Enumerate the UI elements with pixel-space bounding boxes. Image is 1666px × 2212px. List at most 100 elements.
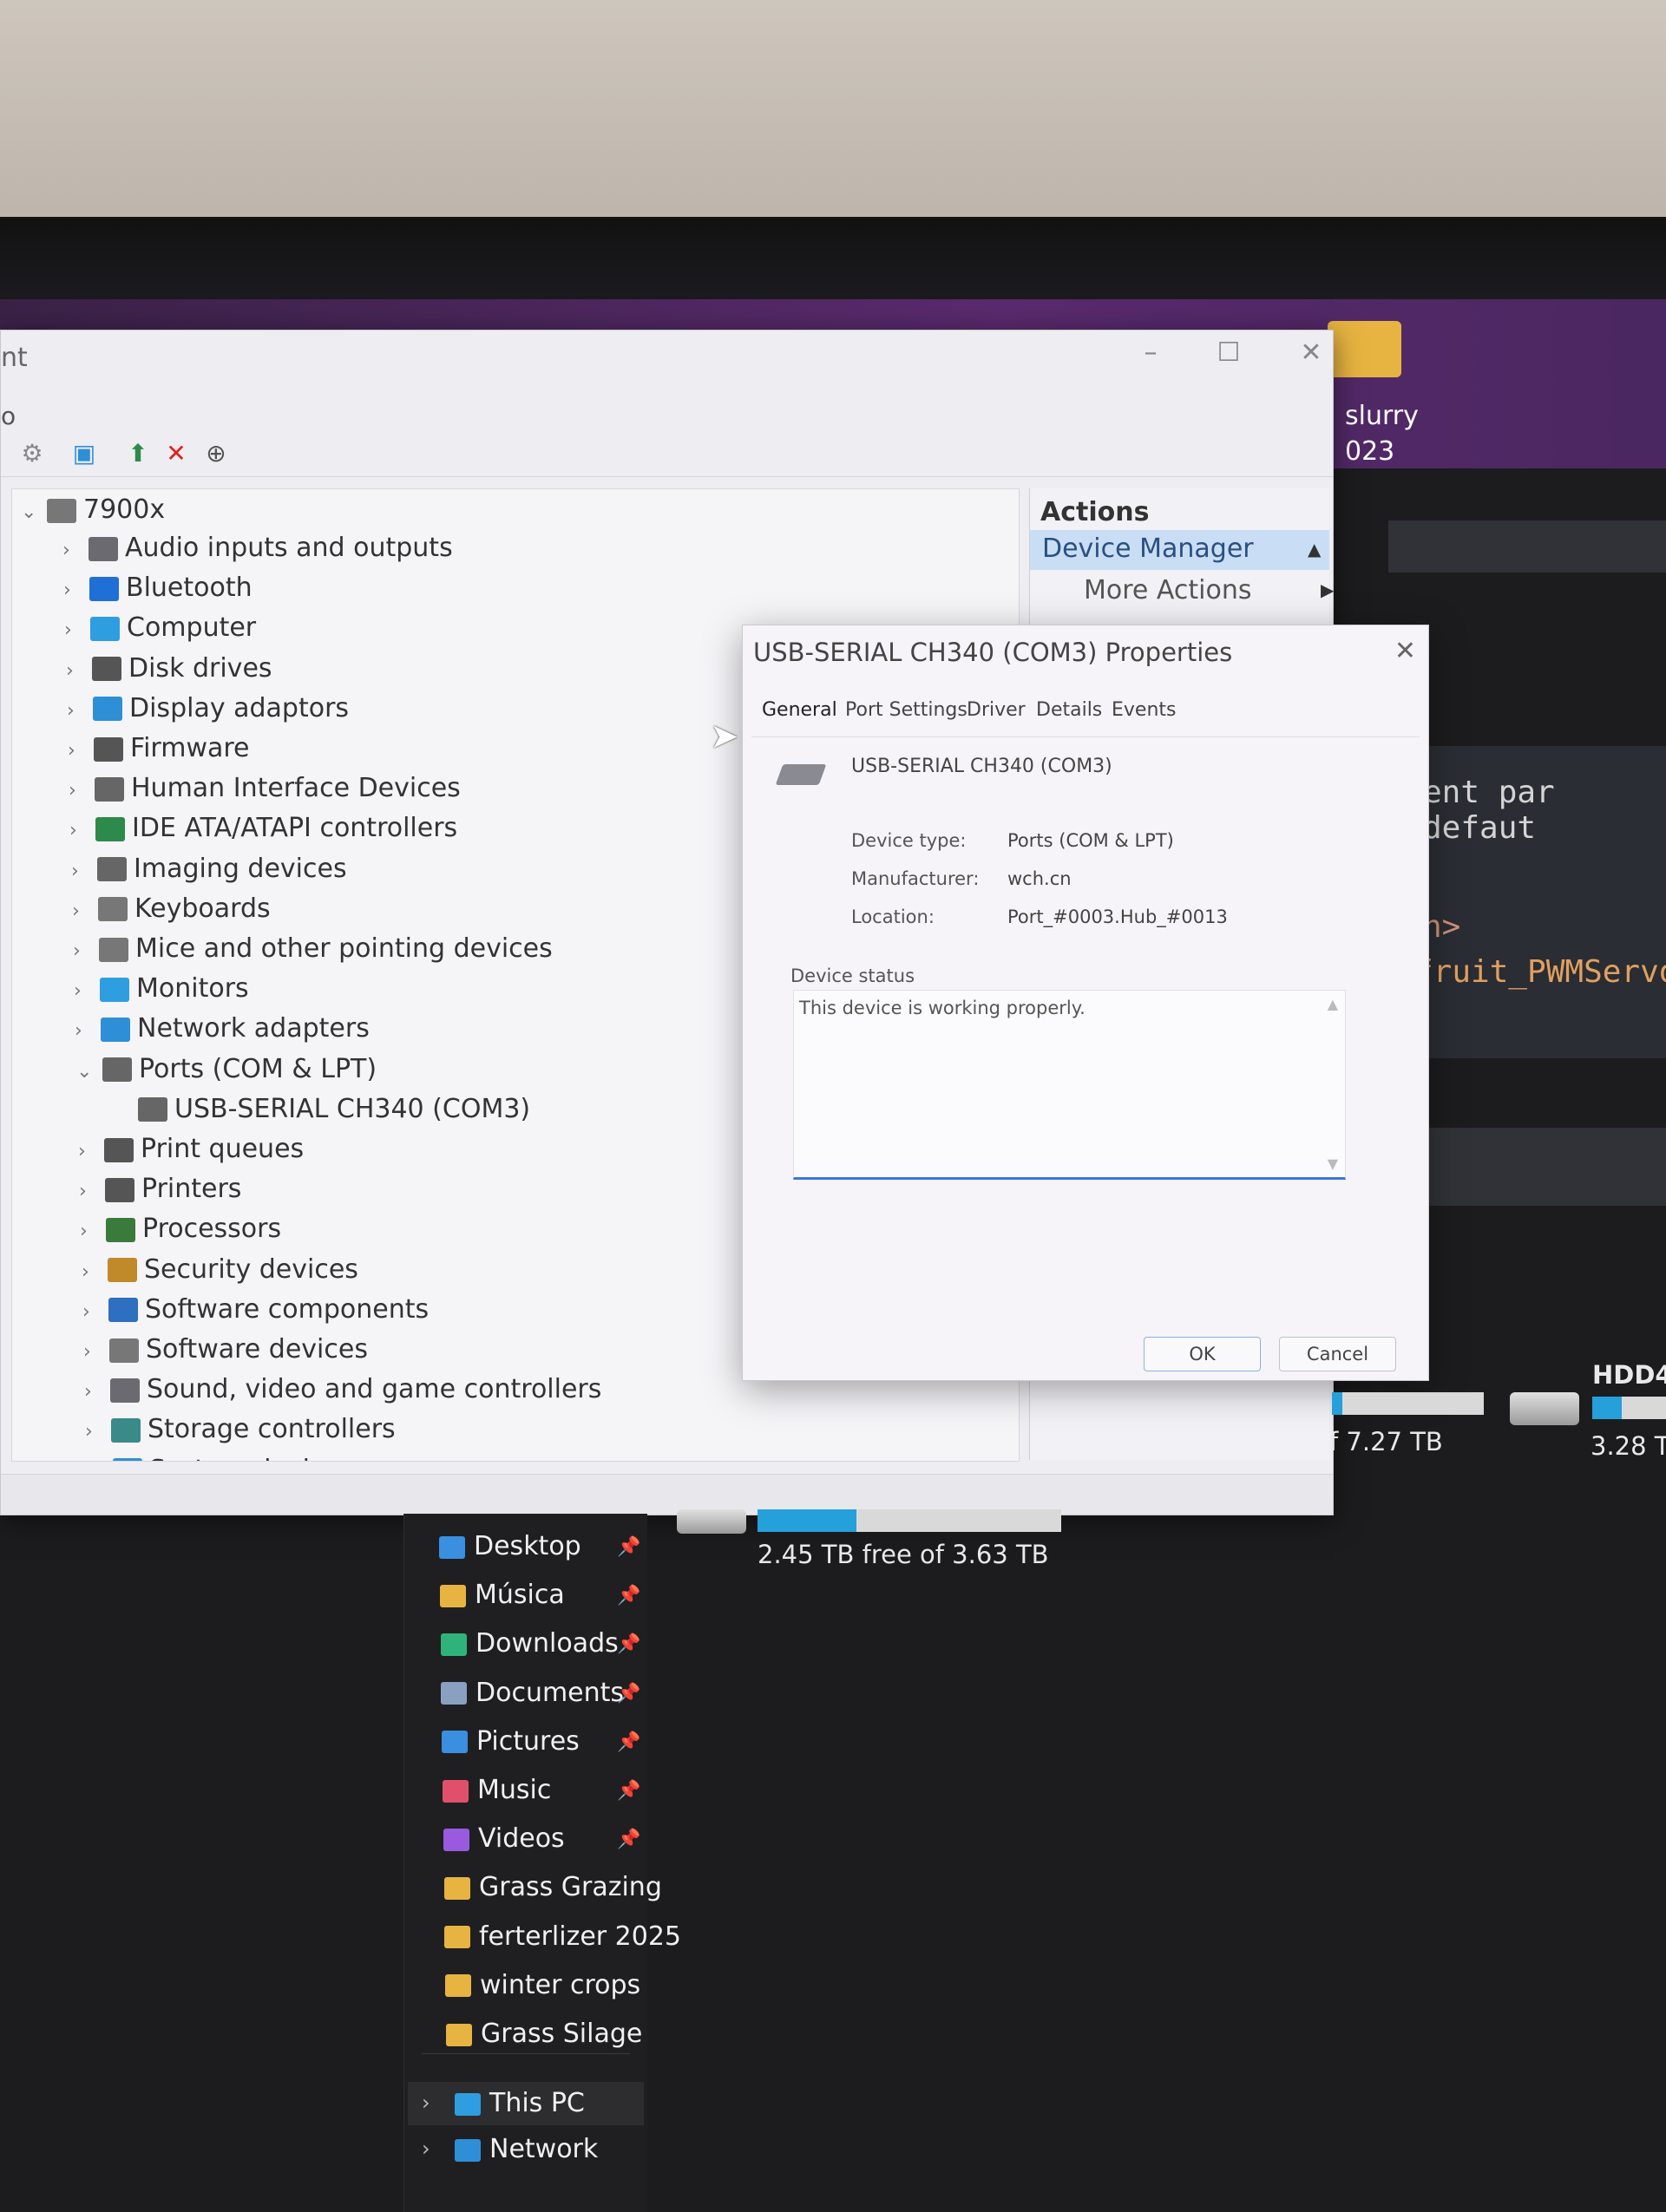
chevron-right-icon[interactable]: ›: [63, 579, 89, 601]
nav-item[interactable]: Grass Grazing: [444, 1872, 662, 1902]
pin-icon[interactable]: 📌: [617, 1585, 640, 1607]
chevron-right-icon[interactable]: ›: [83, 1341, 109, 1363]
tree-category[interactable]: › Print queues: [78, 1134, 304, 1164]
tree-category[interactable]: › Keyboards: [72, 893, 271, 924]
tree-device-item[interactable]: USB-SERIAL CH340 (COM3): [138, 1094, 530, 1124]
tree-category[interactable]: › Storage controllers: [85, 1414, 396, 1444]
chevron-right-icon[interactable]: ›: [69, 780, 95, 802]
pin-icon[interactable]: 📌: [617, 1829, 640, 1850]
chevron-right-icon[interactable]: ›: [74, 980, 100, 1002]
tree-category[interactable]: › IDE ATA/ATAPI controllers: [69, 813, 457, 843]
scroll-up-icon[interactable]: ▲: [1328, 996, 1338, 1012]
more-actions[interactable]: More Actions: [1084, 575, 1252, 605]
tree-category[interactable]: › Network adapters: [75, 1013, 370, 1044]
tree-category[interactable]: › Audio inputs and outputs: [62, 533, 453, 563]
chevron-right-icon[interactable]: ›: [68, 740, 94, 762]
desktop-folder-label-2[interactable]: 023: [1345, 436, 1394, 467]
chevron-right-icon[interactable]: ›: [72, 900, 98, 922]
tab-driver[interactable]: Driver: [967, 699, 1026, 721]
minimize-icon[interactable]: –: [1125, 337, 1177, 368]
update-driver-icon[interactable]: ⬆: [124, 440, 152, 468]
tree-category[interactable]: › Display adaptors: [67, 693, 349, 723]
tree-category[interactable]: › Mice and other pointing devices: [73, 933, 553, 964]
pin-icon[interactable]: 📌: [617, 1683, 640, 1705]
tab-details[interactable]: Details: [1036, 699, 1102, 721]
ok-button[interactable]: OK: [1144, 1337, 1261, 1371]
chevron-right-icon[interactable]: ›: [422, 2091, 430, 2115]
tree-category[interactable]: › Imaging devices: [71, 854, 347, 884]
drive-label[interactable]: HDD4: [1592, 1360, 1666, 1390]
pin-icon[interactable]: 📌: [617, 1780, 640, 1802]
cancel-button[interactable]: Cancel: [1279, 1337, 1396, 1371]
collapse-up-icon[interactable]: ▲: [1308, 539, 1321, 560]
chevron-right-icon[interactable]: ›: [82, 1261, 108, 1283]
chevron-right-icon[interactable]: ›: [85, 1421, 111, 1443]
menu-bar[interactable]: o: [1, 402, 16, 430]
nav-network[interactable]: Network: [455, 2134, 598, 2164]
hdd-icon[interactable]: [1510, 1392, 1579, 1425]
chevron-right-icon[interactable]: ›: [75, 1020, 101, 1042]
tree-category[interactable]: › Sound, video and game controllers: [84, 1374, 601, 1404]
tree-category[interactable]: › Monitors: [74, 973, 249, 1004]
nav-item[interactable]: Music: [443, 1775, 551, 1805]
chevron-right-icon[interactable]: ›: [66, 660, 92, 682]
chevron-right-icon[interactable]: ›: [69, 820, 95, 841]
tree-category[interactable]: › Firmware: [68, 733, 250, 763]
nav-item[interactable]: ferterlizer 2025: [444, 1921, 681, 1952]
tree-category[interactable]: ›System devices: [87, 1455, 354, 1461]
chevron-right-icon[interactable]: ›: [64, 619, 90, 641]
maximize-icon[interactable]: ☐: [1203, 337, 1255, 368]
nav-item[interactable]: Downloads: [441, 1628, 619, 1659]
chevron-right-icon[interactable]: ›: [80, 1221, 106, 1242]
nav-item[interactable]: winter crops: [445, 1970, 640, 2000]
chevron-right-icon[interactable]: ›: [82, 1301, 108, 1323]
chevron-down-icon[interactable]: ⌄: [21, 501, 47, 523]
uninstall-icon[interactable]: ✕: [162, 440, 190, 468]
tab-port-settings[interactable]: Port Settings: [845, 699, 967, 721]
chevron-right-icon[interactable]: ›: [78, 1141, 104, 1162]
tree-category[interactable]: › Human Interface Devices: [69, 773, 461, 803]
pin-icon[interactable]: 📌: [617, 1536, 640, 1558]
nav-item[interactable]: Documents: [441, 1678, 624, 1708]
nav-this-pc[interactable]: This PC: [455, 2088, 585, 2118]
chevron-down-icon[interactable]: ⌄: [76, 1061, 102, 1083]
tab-events[interactable]: Events: [1112, 699, 1177, 721]
tree-category[interactable]: › Disk drives: [66, 653, 272, 684]
chevron-right-icon[interactable]: ›: [79, 1181, 105, 1202]
scan-hardware-icon[interactable]: ▣: [70, 440, 98, 468]
tree-category[interactable]: › Software components: [82, 1294, 429, 1325]
nav-item[interactable]: Videos: [443, 1823, 565, 1854]
pin-icon[interactable]: 📌: [617, 1731, 640, 1753]
tree-category[interactable]: › Processors: [80, 1214, 281, 1244]
scroll-down-icon[interactable]: ▼: [1328, 1155, 1338, 1172]
disable-icon[interactable]: ⊕: [202, 440, 230, 468]
chevron-right-icon[interactable]: ›: [62, 540, 89, 561]
drive-icon[interactable]: [677, 1509, 746, 1534]
tree-category[interactable]: › Computer: [64, 612, 256, 643]
close-icon[interactable]: ✕: [1394, 636, 1416, 666]
chevron-right-icon[interactable]: ›: [67, 700, 93, 722]
properties-icon[interactable]: ⚙: [18, 440, 46, 468]
pin-icon[interactable]: 📌: [617, 1633, 640, 1655]
tree-category[interactable]: › Bluetooth: [63, 573, 253, 603]
nav-item[interactable]: Grass Silage: [446, 2019, 642, 2049]
tree-category[interactable]: › Security devices: [82, 1254, 358, 1285]
close-icon[interactable]: ✕: [1285, 337, 1337, 368]
desktop-folder-label[interactable]: slurry: [1345, 401, 1419, 431]
chevron-right-icon[interactable]: ›: [422, 2137, 430, 2161]
tree-category[interactable]: › Printers: [79, 1174, 241, 1204]
chevron-right-icon[interactable]: ▶: [1321, 579, 1334, 600]
nav-item[interactable]: Desktop: [439, 1531, 581, 1561]
tree-category[interactable]: › Software devices: [83, 1334, 368, 1365]
folder-icon[interactable]: [1328, 321, 1401, 377]
nav-item[interactable]: Música: [440, 1580, 565, 1610]
tab-general[interactable]: General: [762, 699, 837, 721]
tree-category[interactable]: ⌄ Ports (COM & LPT): [76, 1054, 377, 1084]
chevron-right-icon[interactable]: ›: [84, 1381, 110, 1403]
tree-root[interactable]: ⌄ 7900x: [21, 494, 165, 525]
nav-item[interactable]: Pictures: [442, 1726, 580, 1757]
actions-device-manager[interactable]: Device Manager ▲: [1030, 530, 1329, 570]
chevron-right-icon[interactable]: ›: [71, 861, 97, 882]
device-status-textbox[interactable]: This device is working properly. ▲ ▼: [793, 990, 1346, 1180]
chevron-right-icon[interactable]: ›: [73, 940, 99, 962]
